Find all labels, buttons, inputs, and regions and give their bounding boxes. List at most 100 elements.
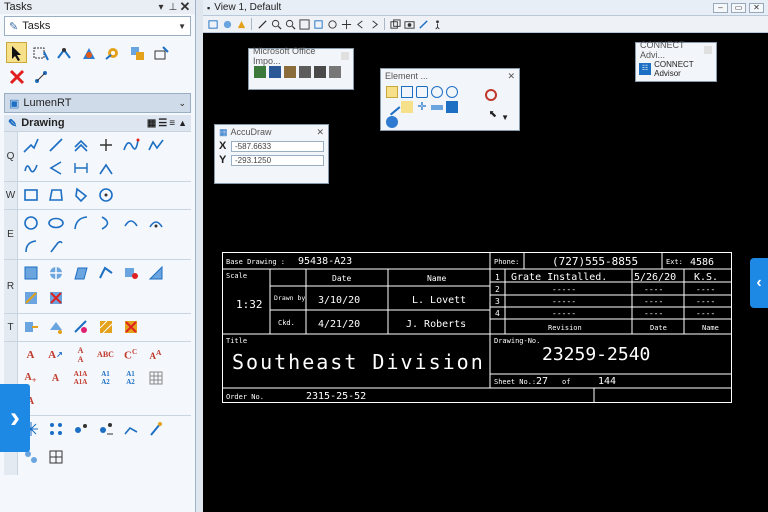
- shape-icon[interactable]: [45, 184, 66, 205]
- view-attributes-icon[interactable]: [207, 18, 219, 30]
- list-view-icon[interactable]: ☰: [156, 118, 169, 129]
- cell-grid-icon[interactable]: [45, 447, 66, 468]
- import-grid-icon[interactable]: [329, 66, 341, 78]
- fill-text-icon[interactable]: A1 A2: [95, 368, 116, 389]
- element-minus-icon[interactable]: [431, 105, 443, 110]
- window-area-icon[interactable]: [298, 18, 310, 30]
- zoom-out-icon[interactable]: [284, 18, 296, 30]
- close-icon[interactable]: [341, 52, 349, 60]
- curve-icon[interactable]: [145, 134, 166, 155]
- minimize-button[interactable]: –: [713, 2, 728, 13]
- element-fill-icon[interactable]: [446, 101, 458, 113]
- bspline-icon[interactable]: [120, 134, 141, 155]
- arc-center-icon[interactable]: [145, 212, 166, 233]
- expand-panel-tab[interactable]: ›: [0, 384, 30, 452]
- cell-matrix-icon[interactable]: [45, 418, 66, 439]
- import-excel-icon[interactable]: [254, 66, 266, 78]
- chevron-down-icon[interactable]: ▼: [501, 113, 509, 122]
- import-doc-icon[interactable]: [284, 66, 296, 78]
- update-view-icon[interactable]: [256, 18, 268, 30]
- workflow-dropdown[interactable]: ✎ Tasks ▼: [4, 16, 191, 36]
- display-mode-icon[interactable]: [235, 18, 247, 30]
- increment-text-icon[interactable]: A: [45, 368, 66, 389]
- close-icon[interactable]: ✕: [507, 71, 515, 82]
- pick-cell-icon[interactable]: [145, 418, 166, 439]
- arc-modify-icon[interactable]: [20, 236, 41, 257]
- text-style-icon[interactable]: AA: [70, 344, 91, 365]
- close-icon[interactable]: ✕: [316, 127, 324, 138]
- snap-icon[interactable]: [150, 42, 171, 63]
- title-block[interactable]: Base Drawing : 95438-A23 Phone: (727)555…: [222, 252, 734, 404]
- accudraw-titlebar[interactable]: ▦ AccuDraw ✕: [215, 125, 328, 139]
- group-icon[interactable]: [30, 66, 51, 87]
- dimension-icon[interactable]: [70, 158, 91, 179]
- scale-icon[interactable]: [95, 262, 116, 283]
- connect-titlebar[interactable]: CONNECT Advi...: [636, 40, 716, 60]
- copy-icon[interactable]: [70, 262, 91, 283]
- copy-view-icon[interactable]: [389, 18, 401, 30]
- circle-target-icon[interactable]: [95, 184, 116, 205]
- toolbox-titlebar[interactable]: Element ... ✕: [381, 69, 519, 83]
- copy-text-icon[interactable]: A1 A2: [120, 368, 141, 389]
- element-selection-icon[interactable]: [386, 86, 398, 98]
- drawing-section-header[interactable]: ✎ Drawing ▦ ☰ ≡ ▲: [4, 115, 191, 131]
- rectangle-icon[interactable]: [20, 184, 41, 205]
- measure-icon[interactable]: [54, 42, 75, 63]
- clip-volume-icon[interactable]: [417, 18, 429, 30]
- fit-view-icon[interactable]: [312, 18, 324, 30]
- place-text-icon[interactable]: A: [20, 344, 41, 365]
- delete-pattern-icon[interactable]: [120, 316, 141, 337]
- pointer-icon[interactable]: ⬉: [489, 109, 497, 120]
- import-link-icon[interactable]: [314, 66, 326, 78]
- place-circle-icon[interactable]: [20, 212, 41, 233]
- attach-icon[interactable]: [20, 316, 41, 337]
- toolbox-titlebar[interactable]: Microsoft Office Impo...: [249, 46, 353, 66]
- close-window-button[interactable]: ✕: [749, 2, 764, 13]
- delete-partial-icon[interactable]: [45, 288, 66, 309]
- place-fence-icon[interactable]: [30, 42, 51, 63]
- rotate-view-icon[interactable]: [326, 18, 338, 30]
- half-arc-icon[interactable]: [95, 212, 116, 233]
- chevron-tool-icon[interactable]: [70, 134, 91, 155]
- element-line-icon[interactable]: [383, 98, 401, 116]
- display-style-icon[interactable]: [221, 18, 233, 30]
- lumenrt-section[interactable]: ▣ LumenRT ⌄: [4, 93, 191, 113]
- x-value-field[interactable]: -587.6633: [231, 140, 324, 152]
- walk-icon[interactable]: [431, 18, 443, 30]
- pan-view-icon[interactable]: [340, 18, 352, 30]
- close-icon[interactable]: ✕: [179, 0, 191, 15]
- grid-view-icon[interactable]: ▦: [147, 118, 156, 129]
- rotate-icon[interactable]: [120, 262, 141, 283]
- view-previous-icon[interactable]: [354, 18, 366, 30]
- pin-icon[interactable]: ▾: [155, 2, 167, 13]
- chevron-up-icon[interactable]: ▲: [175, 118, 187, 128]
- text-field-icon[interactable]: A1A A1A: [70, 368, 91, 389]
- edit-text-icon[interactable]: A ↗: [45, 344, 66, 365]
- import-word-icon[interactable]: [269, 66, 281, 78]
- modify-icon[interactable]: [20, 288, 41, 309]
- place-ellipse-icon[interactable]: [45, 212, 66, 233]
- fill-icon[interactable]: [45, 316, 66, 337]
- hatch-icon[interactable]: [95, 316, 116, 337]
- place-line-icon[interactable]: [45, 134, 66, 155]
- select-element-icon[interactable]: [6, 42, 27, 63]
- close-icon[interactable]: [704, 46, 712, 54]
- element-ellipse-icon[interactable]: [431, 86, 443, 98]
- mirror-icon[interactable]: [145, 262, 166, 283]
- connect-icon[interactable]: [95, 158, 116, 179]
- element-modify-icon[interactable]: [401, 101, 413, 113]
- element-circle-icon[interactable]: [446, 86, 458, 98]
- element-move-icon[interactable]: ✛: [416, 101, 428, 113]
- place-arc-icon[interactable]: [70, 212, 91, 233]
- move-icon[interactable]: [45, 262, 66, 283]
- drop-cell-icon[interactable]: [120, 418, 141, 439]
- no-entry-icon[interactable]: [485, 89, 497, 101]
- place-smartline-icon[interactable]: [20, 134, 41, 155]
- analyze-icon[interactable]: [78, 42, 99, 63]
- element-globe-icon[interactable]: [386, 116, 398, 128]
- attributes-icon[interactable]: [126, 42, 147, 63]
- view-next-icon[interactable]: [368, 18, 380, 30]
- change-case-icon[interactable]: CC: [120, 344, 141, 365]
- arc-segment-icon[interactable]: [120, 212, 141, 233]
- table-icon[interactable]: [145, 368, 166, 389]
